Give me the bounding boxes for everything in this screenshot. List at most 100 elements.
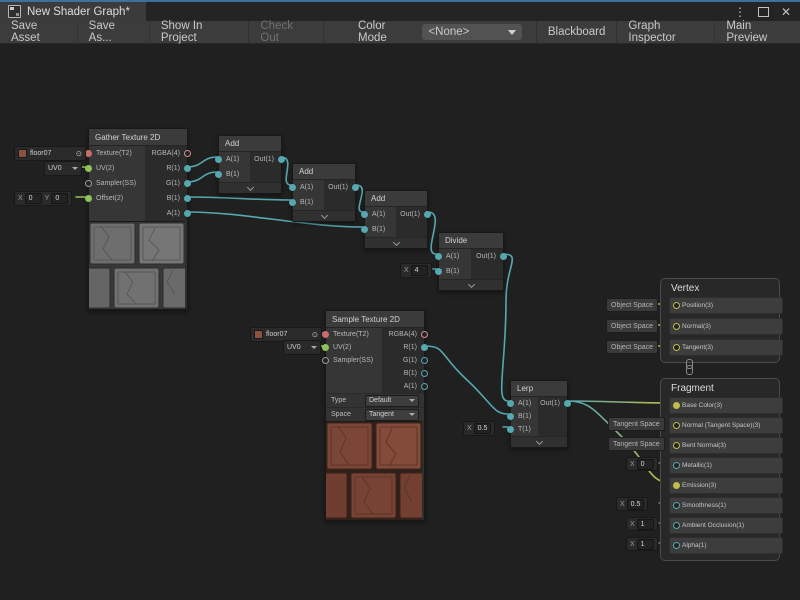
block-row-smoothness[interactable]: Smoothness(1) <box>669 497 783 514</box>
port-rgba-out[interactable] <box>184 150 191 157</box>
block-row-ambient-occlusion[interactable]: Ambient Occlusion(1) <box>669 517 783 534</box>
port-ao-in[interactable] <box>673 522 680 529</box>
menu-icon[interactable]: ⋮ <box>734 5 746 19</box>
port-out[interactable] <box>424 211 431 218</box>
save-as-button[interactable]: Save As... <box>78 21 150 43</box>
vertex-normal-space-tag[interactable]: Object Space <box>606 319 658 333</box>
port-r-out[interactable] <box>184 165 191 172</box>
port-normal-ts-in[interactable] <box>673 422 680 429</box>
port-sampler-in[interactable] <box>85 180 92 187</box>
lerp-t-field[interactable]: X 0.5 <box>463 421 495 436</box>
wire-gather-g-add1-b[interactable] <box>187 172 217 182</box>
port-base-color-in[interactable] <box>673 402 680 409</box>
fragment-smoothness-field[interactable]: X 0.5 <box>616 497 648 511</box>
port-a-in[interactable] <box>215 156 222 163</box>
wire-gather-b-add2-b[interactable] <box>187 197 291 200</box>
node-gather-texture-2d[interactable]: Gather Texture 2D Texture(T2) RGBA(4) UV… <box>88 128 188 310</box>
block-row-alpha[interactable]: Alpha(1) <box>669 537 783 554</box>
port-out[interactable] <box>500 253 507 260</box>
gather-uv-dropdown[interactable]: UV0 <box>44 161 82 176</box>
node-lerp[interactable]: Lerp A(1) Out(1) B(1) T(1) <box>510 380 568 448</box>
port-a-in[interactable] <box>435 253 442 260</box>
port-position-in[interactable] <box>673 302 680 309</box>
port-b-in[interactable] <box>215 171 222 178</box>
port-a-in[interactable] <box>361 211 368 218</box>
fragment-normal-space-tag[interactable]: Tangent Space <box>608 417 665 431</box>
sample-space-dropdown[interactable]: Tangent <box>365 409 419 421</box>
port-bent-normal-in[interactable] <box>673 442 680 449</box>
show-in-project-button[interactable]: Show In Project <box>150 21 250 43</box>
block-row-bent-normal[interactable]: Bent Normal(3) <box>669 437 783 454</box>
node-add-2[interactable]: Add A(1) Out(1) B(1) <box>292 163 356 222</box>
block-row-normal-ts[interactable]: Normal (Tangent Space)(3) <box>669 417 783 434</box>
port-b-in[interactable] <box>289 199 296 206</box>
collapse-chevron-icon[interactable] <box>511 436 567 447</box>
save-asset-button[interactable]: Save Asset <box>0 21 78 43</box>
vertex-position-space-tag[interactable]: Object Space <box>606 298 658 312</box>
collapse-chevron-icon[interactable] <box>219 182 281 193</box>
object-picker-icon[interactable]: ⊙ <box>312 331 318 339</box>
block-row-normal[interactable]: Normal(3) <box>669 318 783 335</box>
port-out[interactable] <box>564 400 571 407</box>
port-smoothness-in[interactable] <box>673 502 680 509</box>
port-sampler-in[interactable] <box>322 357 329 364</box>
gather-offset-field[interactable]: X 0 Y 0 <box>14 191 72 206</box>
tab-shader-graph[interactable]: New Shader Graph* <box>0 2 146 21</box>
port-out[interactable] <box>352 184 359 191</box>
port-texture-in[interactable] <box>322 331 329 338</box>
port-a-in[interactable] <box>507 400 514 407</box>
block-row-base-color[interactable]: Base Color(3) <box>669 397 783 414</box>
node-sample-texture-2d[interactable]: Sample Texture 2D Texture(T2) RGBA(4) UV… <box>325 310 425 521</box>
collapse-chevron-icon[interactable] <box>365 237 427 248</box>
block-row-position[interactable]: Position(3) <box>669 297 783 314</box>
port-b-out[interactable] <box>421 370 428 377</box>
wire-gather-r-add1-a[interactable] <box>187 152 217 167</box>
node-divide[interactable]: Divide A(1) Out(1) B(1) <box>438 232 504 291</box>
node-add-3[interactable]: Add A(1) Out(1) B(1) <box>364 190 428 249</box>
blackboard-button[interactable]: Blackboard <box>536 21 617 43</box>
port-alpha-in[interactable] <box>673 542 680 549</box>
sample-type-dropdown[interactable]: Default <box>365 395 419 407</box>
port-normal-in[interactable] <box>673 323 680 330</box>
block-row-tangent[interactable]: Tangent(3) <box>669 339 783 356</box>
port-a-out[interactable] <box>184 210 191 217</box>
vertex-tangent-space-tag[interactable]: Object Space <box>606 340 658 354</box>
close-icon[interactable]: ✕ <box>781 5 791 19</box>
port-tangent-in[interactable] <box>673 344 680 351</box>
port-rgba-out[interactable] <box>421 331 428 338</box>
port-b-in[interactable] <box>435 268 442 275</box>
sample-uv-dropdown[interactable]: UV0 <box>283 340 321 355</box>
main-preview-button[interactable]: Main Preview <box>714 21 800 43</box>
maximize-icon[interactable] <box>758 7 769 17</box>
port-emission-in[interactable] <box>673 482 680 489</box>
port-a-out[interactable] <box>421 383 428 390</box>
block-row-emission[interactable]: Emission(3) <box>669 477 783 494</box>
port-uv-in[interactable] <box>85 165 92 172</box>
fragment-ao-field[interactable]: X 1 <box>626 517 658 531</box>
wire-add3-divide[interactable] <box>428 212 436 254</box>
port-b-in[interactable] <box>507 413 514 420</box>
port-offset-in[interactable] <box>85 195 92 202</box>
fragment-context-block[interactable]: Fragment Base Color(3) Normal (Tangent S… <box>660 378 780 561</box>
port-metallic-in[interactable] <box>673 462 680 469</box>
port-out[interactable] <box>278 156 285 163</box>
fragment-alpha-field[interactable]: X 1 <box>626 537 658 551</box>
collapse-chevron-icon[interactable] <box>439 279 503 290</box>
port-b-out[interactable] <box>184 195 191 202</box>
port-g-out[interactable] <box>184 180 191 187</box>
collapse-chevron-icon[interactable] <box>293 210 355 221</box>
fragment-bent-normal-space-tag[interactable]: Tangent Space <box>608 437 665 451</box>
graph-inspector-button[interactable]: Graph Inspector <box>616 21 714 43</box>
port-r-out[interactable] <box>421 344 428 351</box>
port-b-in[interactable] <box>361 226 368 233</box>
port-uv-in[interactable] <box>322 344 329 351</box>
color-mode-dropdown[interactable]: <None> <box>422 24 521 40</box>
wire-sample-r-lerp-b[interactable] <box>424 346 508 414</box>
port-a-in[interactable] <box>289 184 296 191</box>
fragment-metallic-field[interactable]: X 0 <box>626 457 658 471</box>
block-row-metallic[interactable]: Metallic(1) <box>669 457 783 474</box>
node-add-1[interactable]: Add A(1) Out(1) B(1) <box>218 135 282 194</box>
gather-texture-object-field[interactable]: floor07 ⊙ <box>14 146 86 161</box>
port-t-in[interactable] <box>507 426 514 433</box>
vertex-context-block[interactable]: Vertex Position(3) Normal(3) Tangent(3) <box>660 278 780 363</box>
